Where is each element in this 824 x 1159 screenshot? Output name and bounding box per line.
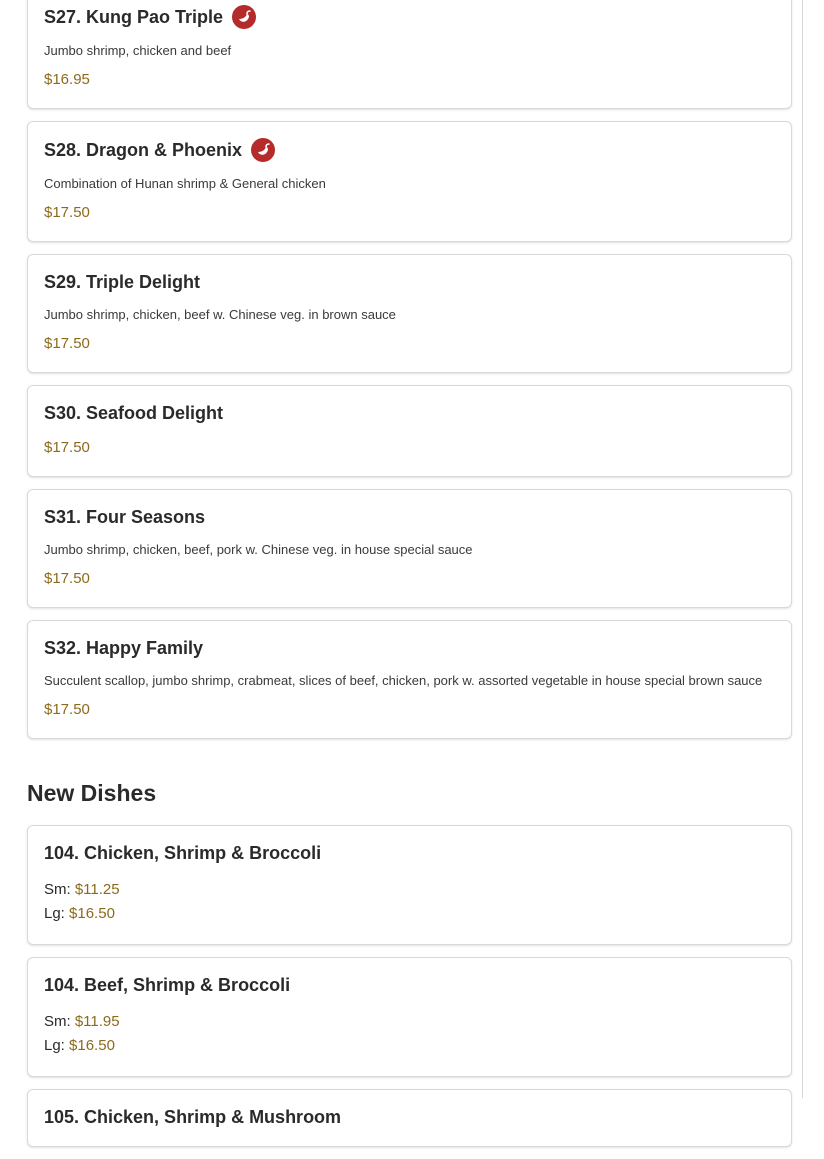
menu-item-card[interactable]: S28. Dragon & Phoenix Combination of Hun…: [27, 121, 792, 242]
size-prices: Sm: $11.95 Lg: $16.50: [44, 1010, 775, 1058]
small-size-row: Sm: $11.95: [44, 1010, 775, 1034]
size-price: $11.95: [74, 1013, 120, 1030]
item-description: Jumbo shrimp, chicken, beef, pork w. Chi…: [44, 542, 473, 557]
small-size-row: Sm: $11.25: [44, 878, 775, 902]
item-name: 105. Chicken, Shrimp & Mushroom: [44, 1107, 342, 1127]
item-name: S30. Seafood Delight: [44, 403, 224, 423]
size-price: $16.50: [69, 905, 115, 922]
large-size-row: Lg: $16.50: [44, 1034, 775, 1058]
item-description: Jumbo shrimp, chicken and beef: [44, 43, 232, 58]
menu-item-card[interactable]: 104. Beef, Shrimp & Broccoli Sm: $11.95 …: [27, 957, 792, 1077]
item-name: S27. Kung Pao Triple: [44, 7, 224, 27]
item-name: 104. Beef, Shrimp & Broccoli: [44, 975, 291, 995]
size-label: Lg:: [44, 1037, 65, 1054]
hot-pepper-icon: [251, 138, 276, 162]
menu-item-card[interactable]: 104. Chicken, Shrimp & Broccoli Sm: $11.…: [27, 825, 792, 945]
item-name: S28. Dragon & Phoenix: [44, 140, 243, 160]
menu-content: S27. Kung Pao Triple Jumbo shrimp, chick…: [27, 0, 792, 1159]
size-label: Sm:: [44, 881, 71, 898]
item-name: S32. Happy Family: [44, 638, 204, 658]
item-price: $17.50: [44, 570, 90, 587]
menu-item-card[interactable]: S27. Kung Pao Triple Jumbo shrimp, chick…: [27, 0, 792, 109]
menu-item-card[interactable]: S29. Triple Delight Jumbo shrimp, chicke…: [27, 254, 792, 373]
menu-item-card[interactable]: S31. Four Seasons Jumbo shrimp, chicken,…: [27, 489, 792, 608]
size-price: $11.25: [74, 881, 120, 898]
large-size-row: Lg: $16.50: [44, 902, 775, 926]
item-name: 104. Chicken, Shrimp & Broccoli: [44, 843, 322, 863]
item-description: Combination of Hunan shrimp & General ch…: [44, 176, 326, 191]
item-name: S29. Triple Delight: [44, 272, 201, 292]
item-description: Succulent scallop, jumbo shrimp, crabmea…: [44, 673, 763, 688]
size-label: Sm:: [44, 1013, 71, 1030]
item-price: $16.95: [44, 71, 90, 88]
page-border: [802, 0, 803, 1098]
item-price: $17.50: [44, 439, 90, 456]
size-prices: Sm: $11.25 Lg: $16.50: [44, 878, 775, 926]
item-price: $17.50: [44, 701, 90, 718]
size-price: $16.50: [69, 1037, 115, 1054]
section-heading: New Dishes: [27, 780, 157, 806]
item-price: $17.50: [44, 204, 90, 221]
item-description: Jumbo shrimp, chicken, beef w. Chinese v…: [44, 307, 396, 322]
item-price: $17.50: [44, 335, 90, 352]
item-name: S31. Four Seasons: [44, 507, 206, 527]
size-label: Lg:: [44, 905, 65, 922]
menu-item-card[interactable]: S30. Seafood Delight $17.50: [27, 385, 792, 477]
hot-pepper-icon: [232, 5, 257, 29]
menu-item-card[interactable]: S32. Happy Family Succulent scallop, jum…: [27, 620, 792, 739]
